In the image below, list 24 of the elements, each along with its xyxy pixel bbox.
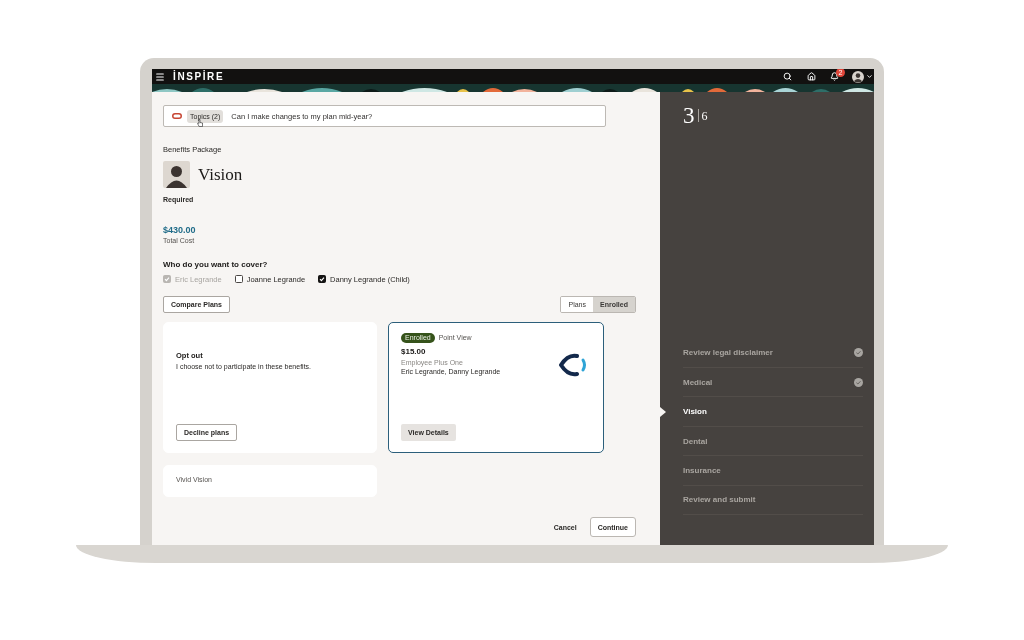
step-item[interactable]: Review legal disclaimer (683, 338, 863, 369)
profile-photo-placeholder (163, 161, 190, 188)
step-item[interactable]: Vision (683, 397, 863, 427)
home-icon[interactable] (807, 72, 816, 81)
bell-icon[interactable] (830, 72, 839, 81)
step-item[interactable]: Insurance (683, 456, 863, 486)
current-step-number: 3 (683, 104, 695, 127)
checkbox-icon[interactable] (234, 275, 243, 284)
chevron-down-icon[interactable] (866, 73, 873, 80)
benefit-title: Vision (198, 164, 243, 185)
step-item[interactable]: Medical (683, 368, 863, 398)
oval-logo-icon (172, 113, 182, 119)
plan-price: $15.00 (401, 346, 427, 356)
plan-logo-icon (557, 352, 588, 377)
search-icon[interactable] (783, 72, 792, 81)
total-cost: $430.00 (163, 226, 197, 236)
app-logo[interactable]: İNSPİRE (173, 71, 225, 82)
coverage-question: Who do you want to cover? (163, 259, 269, 269)
step-item[interactable]: Dental (683, 426, 863, 457)
step-item[interactable]: Review and submit (683, 485, 863, 515)
total-steps-number: 6 (701, 109, 708, 122)
menu-icon[interactable] (155, 71, 165, 82)
checkbox-icon[interactable] (318, 275, 327, 284)
user-avatar-icon[interactable] (852, 70, 864, 83)
